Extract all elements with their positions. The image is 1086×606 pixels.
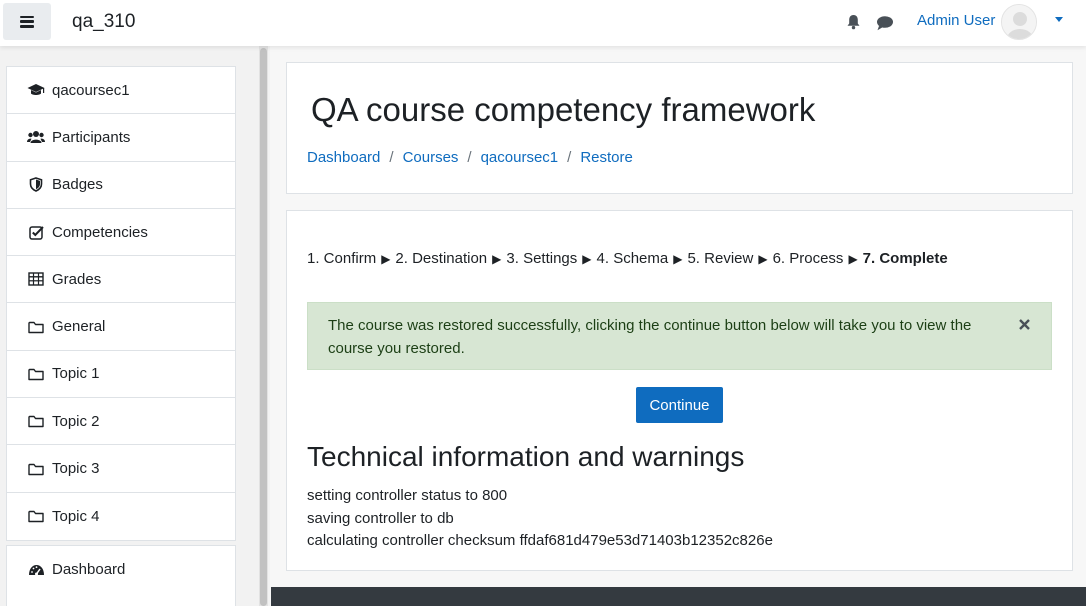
sidebar-item-label: Topic 2: [52, 412, 100, 430]
sidebar-item-dashboard[interactable]: Dashboard: [7, 546, 235, 593]
tech-info-list: setting controller status to 800 saving …: [307, 485, 773, 553]
page-title: QA course competency framework: [311, 91, 816, 128]
course-nav-block: qacoursec1 Participants Badges Competenc…: [6, 66, 236, 541]
restore-step: 3. Settings: [506, 250, 578, 267]
sidebar-item-label: General: [52, 318, 106, 336]
restore-step: 1. Confirm: [307, 250, 377, 267]
folder-icon: [27, 508, 45, 524]
restore-step: 2. Destination: [395, 250, 488, 267]
sidebar-item-topic-3[interactable]: Topic 3: [7, 445, 235, 493]
breadcrumb-separator: /: [389, 149, 394, 166]
step-arrow-icon: ▶: [582, 252, 592, 266]
step-arrow-icon: ▶: [673, 252, 683, 266]
restore-progress-steps: 1. Confirm ▶ 2. Destination ▶ 3. Settings ▶ 4.…: [307, 250, 948, 267]
chat-bubble-icon[interactable]: [876, 14, 894, 32]
nav-drawer: qacoursec1 Participants Badges Competenc…: [0, 46, 270, 606]
dashboard-icon: [27, 562, 45, 578]
site-name[interactable]: qa_310: [72, 11, 135, 33]
drawer-scrollbar-thumb[interactable]: [260, 48, 267, 606]
breadcrumb-separator: /: [467, 149, 472, 166]
sidebar-item-label: Competencies: [52, 223, 148, 241]
sidebar-item-label: Dashboard: [52, 561, 126, 579]
tech-info-line: calculating controller checksum ffdaf681…: [307, 532, 773, 549]
step-arrow-icon: ▶: [848, 252, 858, 266]
drawer-toggle-button[interactable]: [3, 3, 51, 40]
sidebar-item-label: Topic 3: [52, 460, 100, 478]
folder-icon: [27, 366, 45, 382]
sidebar-item-label: Topic 1: [52, 365, 100, 383]
folder-icon: [27, 461, 45, 477]
sidebar-item-label: Badges: [52, 176, 103, 194]
page-header-card: QA course competency framework Dashboard…: [286, 62, 1073, 194]
graduation-cap-icon: [27, 82, 45, 98]
hamburger-icon: [20, 15, 34, 28]
folder-icon: [27, 319, 45, 335]
sidebar-item-topic-1[interactable]: Topic 1: [7, 351, 235, 399]
step-arrow-icon: ▶: [492, 252, 502, 266]
restore-step: 4. Schema: [596, 250, 669, 267]
tech-info-line: saving controller to db: [307, 509, 454, 527]
check-square-icon: [27, 224, 45, 240]
user-menu-name[interactable]: Admin User: [917, 12, 995, 29]
user-avatar[interactable]: [1001, 4, 1037, 40]
restore-step: 6. Process: [772, 250, 844, 267]
top-navbar: qa_310 Admin User: [0, 0, 1086, 46]
table-icon: [27, 271, 45, 287]
continue-button[interactable]: Continue: [636, 387, 723, 423]
sidebar-item-label: Topic 4: [52, 507, 100, 525]
users-icon: [27, 129, 45, 145]
drawer-scrollbar[interactable]: [259, 46, 268, 606]
breadcrumb: Dashboard / Courses / qacoursec1 / Resto…: [307, 149, 633, 166]
page-footer: [271, 587, 1086, 606]
restore-step-current: 7. Complete: [862, 250, 948, 267]
tech-info-heading: Technical information and warnings: [307, 441, 745, 472]
breadcrumb-link-dashboard[interactable]: Dashboard: [307, 149, 380, 166]
breadcrumb-link-course[interactable]: qacoursec1: [481, 149, 559, 166]
step-arrow-icon: ▶: [381, 252, 391, 266]
sidebar-item-label: Grades: [52, 270, 102, 288]
shield-icon: [27, 177, 45, 193]
folder-icon: [27, 413, 45, 429]
sidebar-item-participants[interactable]: Participants: [7, 114, 235, 162]
sidebar-item-topic-2[interactable]: Topic 2: [7, 398, 235, 446]
breadcrumb-link-restore[interactable]: Restore: [580, 149, 633, 166]
restore-step: 5. Review: [687, 250, 754, 267]
sidebar-item-label: qacoursec1: [52, 81, 130, 99]
tech-info-line: setting controller status to 800: [307, 487, 508, 504]
site-nav-block: Dashboard: [6, 545, 236, 606]
bell-icon[interactable]: [844, 13, 862, 31]
main-content-card: 1. Confirm ▶ 2. Destination ▶ 3. Settings ▶ 4.…: [286, 210, 1073, 571]
breadcrumb-separator: /: [567, 149, 572, 166]
sidebar-item-label: Participants: [52, 128, 131, 146]
sidebar-item-general[interactable]: General: [7, 303, 235, 351]
sidebar-item-competencies[interactable]: Competencies: [7, 209, 235, 257]
sidebar-item-badges[interactable]: Badges: [7, 162, 235, 209]
success-alert-message: The course was restored successfully, cl…: [328, 317, 972, 357]
sidebar-item-grades[interactable]: Grades: [7, 256, 235, 304]
close-icon[interactable]: [1017, 317, 1031, 331]
sidebar-item-topic-4[interactable]: Topic 4: [7, 493, 235, 540]
step-arrow-icon: ▶: [758, 252, 768, 266]
user-menu-caret-icon[interactable]: [1055, 17, 1063, 22]
success-alert: The course was restored successfully, cl…: [307, 302, 1052, 370]
breadcrumb-link-courses[interactable]: Courses: [403, 149, 459, 166]
sidebar-item-course-home[interactable]: qacoursec1: [7, 67, 235, 115]
